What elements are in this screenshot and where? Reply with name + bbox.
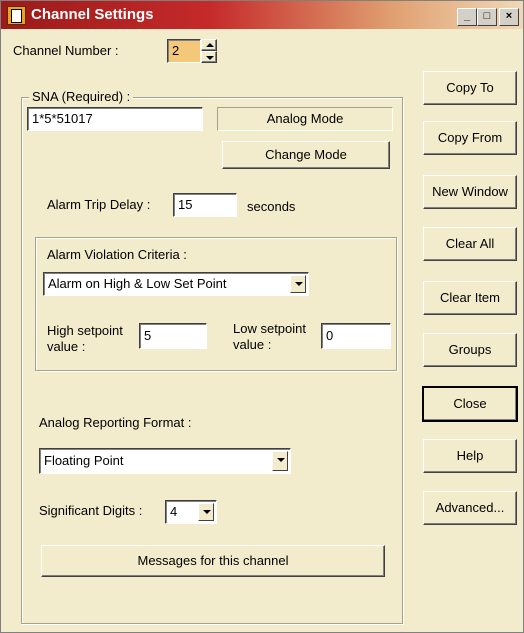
title-bar[interactable]: Channel Settings _ □ × [1, 1, 523, 29]
low-setpoint-label-2: value : [233, 337, 272, 352]
advanced-button[interactable]: Advanced... [423, 491, 517, 525]
close-window-button[interactable]: × [499, 8, 519, 26]
analog-reporting-select[interactable]: Floating Point [39, 448, 291, 474]
significant-digits-selected: 4 [170, 504, 178, 519]
clear-item-button[interactable]: Clear Item [423, 281, 517, 315]
spin-down-button[interactable] [201, 51, 217, 63]
minimize-button[interactable]: _ [457, 8, 477, 26]
window-title: Channel Settings [31, 6, 154, 23]
low-setpoint-input[interactable]: 0 [321, 323, 391, 349]
sna-input[interactable]: 1*5*51017 [27, 107, 203, 131]
app-icon [7, 6, 26, 25]
sna-group-label: SNA (Required) : [29, 89, 134, 104]
channel-number-spinner[interactable] [201, 39, 217, 63]
analog-reporting-selected: Floating Point [44, 453, 124, 468]
maximize-button[interactable]: □ [477, 8, 497, 26]
analog-mode-indicator: Analog Mode [217, 107, 393, 131]
messages-button-label: essages for this channel [148, 553, 289, 568]
groups-button[interactable]: Groups [423, 333, 517, 367]
high-setpoint-label: High setpoint [47, 323, 123, 338]
high-setpoint-input[interactable]: 5 [139, 323, 207, 349]
change-mode-label: hange Mode [274, 147, 347, 162]
analog-reporting-label: Analog Reporting Format : [39, 415, 192, 430]
dropdown-arrow-icon[interactable] [198, 503, 214, 521]
channel-number-label: Channel Number : [13, 43, 119, 58]
copy-from-button[interactable]: Copy From [423, 121, 517, 155]
channel-settings-window: Channel Settings _ □ × Channel Number : … [0, 0, 524, 633]
change-mode-button[interactable]: Change Mode [222, 141, 390, 169]
alarm-violation-label: Alarm Violation Criteria : [47, 247, 187, 262]
alarm-trip-delay-unit: seconds [247, 199, 296, 214]
dropdown-arrow-icon[interactable] [272, 451, 288, 471]
copy-to-button[interactable]: Copy To [423, 71, 517, 105]
alarm-violation-selected: Alarm on High & Low Set Point [48, 276, 227, 291]
chevron-up-icon [206, 43, 214, 47]
spin-up-button[interactable] [201, 39, 217, 51]
low-setpoint-label: Low setpoint [233, 321, 306, 336]
close-button[interactable]: Close [422, 386, 518, 422]
alarm-trip-delay-input[interactable]: 15 [173, 193, 237, 217]
new-window-button[interactable]: New Window [423, 175, 517, 209]
alarm-trip-delay-label: Alarm Trip Delay : [47, 197, 151, 212]
chevron-down-icon [206, 56, 214, 60]
significant-digits-select[interactable]: 4 [165, 500, 217, 524]
clear-all-button[interactable]: Clear All [423, 227, 517, 261]
high-setpoint-label-2: value : [47, 339, 86, 354]
significant-digits-label: Significant Digits : [39, 503, 143, 518]
dropdown-arrow-icon[interactable] [290, 275, 306, 293]
messages-button[interactable]: Messages for this channel [41, 545, 385, 577]
help-button[interactable]: Help [423, 439, 517, 473]
channel-number-input[interactable]: 2 [167, 39, 201, 63]
alarm-violation-select[interactable]: Alarm on High & Low Set Point [43, 272, 309, 296]
